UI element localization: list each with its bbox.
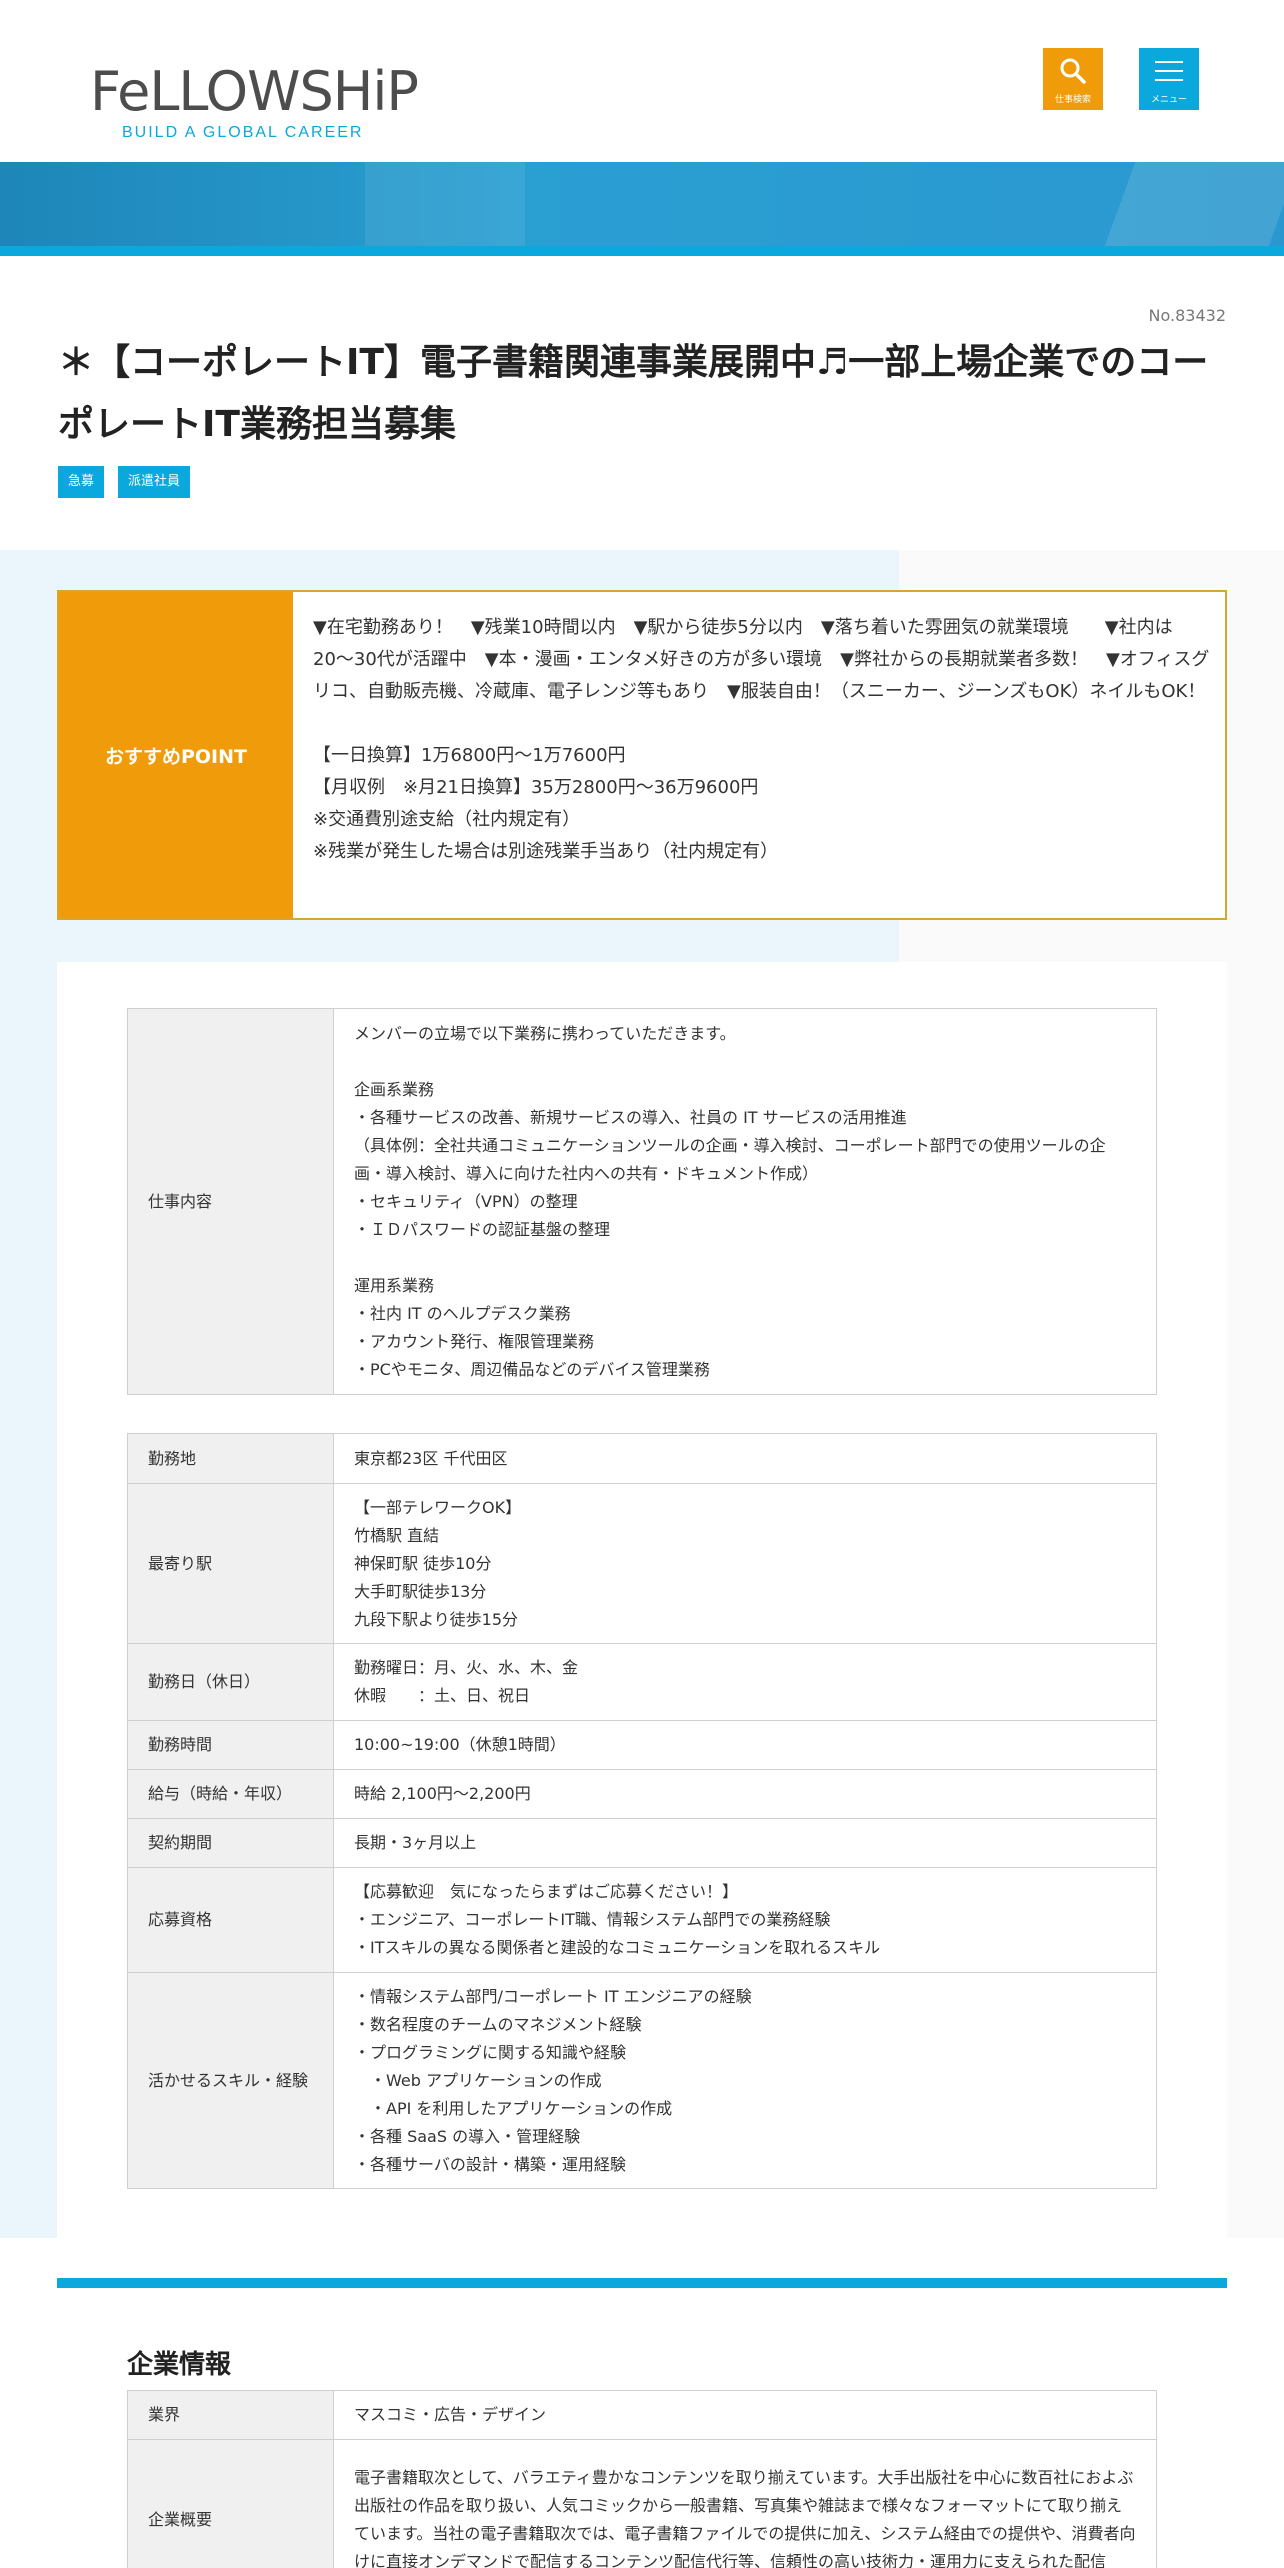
tag-employment-type: 派遣社員	[118, 466, 191, 498]
row-value: 東京都23区 千代田区	[333, 1433, 1157, 1484]
table-row: 契約期間 長期・3ヶ月以上	[127, 1818, 1157, 1868]
row-label: 活かせるスキル・経験	[127, 1972, 334, 2189]
row-value: 【応募歓迎 気になったらまずはご応募ください！】 ・エンジニア、コーポレートIT…	[333, 1867, 1157, 1973]
hamburger-icon	[1155, 61, 1183, 81]
row-label: 勤務日（休日）	[127, 1643, 334, 1721]
recommend-point-label: おすすめPOINT	[59, 592, 293, 918]
tag-urgent: 急募	[58, 466, 105, 498]
header-banner-image	[0, 162, 1284, 256]
job-title: ＊【コーポレートIT】電子書籍関連事業展開中♬一部上場企業でのコーポレートIT業…	[58, 342, 1209, 445]
site-logo[interactable]: FeLLOWSHiP BUILD A GLOBAL CAREER	[90, 60, 419, 158]
row-value: 長期・3ヶ月以上	[333, 1818, 1157, 1868]
table-row: 企業概要 電子書籍取次として、バラエティ豊かなコンテンツを取り揃えています。大手…	[127, 2439, 1157, 2568]
row-value: 【一部テレワークOK】 竹橋駅 直結 神保町駅 徒歩10分 大手町駅徒歩13分 …	[333, 1483, 1157, 1644]
row-label: 最寄り駅	[127, 1483, 334, 1644]
row-label: 勤務時間	[127, 1720, 334, 1770]
site-header: FeLLOWSHiP BUILD A GLOBAL CAREER 仕事検索 メニ…	[0, 0, 1284, 162]
row-label: 勤務地	[127, 1433, 334, 1484]
row-value: マスコミ・広告・デザイン	[333, 2390, 1157, 2440]
job-conditions-table: 勤務地 東京都23区 千代田区 最寄り駅 【一部テレワークOK】 竹橋駅 直結 …	[127, 1433, 1157, 2189]
recommend-point-text: ▼在宅勤務あり！ ▼残業10時間以内 ▼駅から徒歩5分以内 ▼落ち着いた雰囲気の…	[313, 617, 1210, 862]
table-row: 勤務日（休日） 勤務曜日：月、火、水、木、金 休暇 ：土、日、祝日	[127, 1643, 1157, 1721]
row-value: 時給 2,100円〜2,200円	[333, 1769, 1157, 1819]
logo-tagline: BUILD A GLOBAL CAREER	[122, 124, 364, 141]
job-content-table: 仕事内容 メンバーの立場で以下業務に携わっていただきます。 企画系業務 ・各種サ…	[127, 1008, 1157, 1395]
job-search-label: 仕事検索	[1054, 95, 1091, 105]
row-label: 仕事内容	[127, 1008, 334, 1395]
row-label: 業界	[127, 2390, 334, 2440]
company-info-title: 企業情報	[127, 2350, 232, 2380]
row-label: 契約期間	[127, 1818, 334, 1868]
row-value: 勤務曜日：月、火、水、木、金 休暇 ：土、日、祝日	[333, 1643, 1157, 1721]
banner-building-shape	[365, 162, 525, 246]
row-value: メンバーの立場で以下業務に携わっていただきます。 企画系業務 ・各種サービスの改…	[333, 1008, 1157, 1395]
recommend-point-box: おすすめPOINT ▼在宅勤務あり！ ▼残業10時間以内 ▼駅から徒歩5分以内 …	[57, 590, 1227, 920]
table-row: 活かせるスキル・経験 ・情報システム部門/コーポレート IT エンジニアの経験 …	[127, 1972, 1157, 2189]
row-value: 電子書籍取次として、バラエティ豊かなコンテンツを取り揃えています。大手出版社を中…	[333, 2439, 1157, 2568]
table-row: 応募資格 【応募歓迎 気になったらまずはご応募ください！】 ・エンジニア、コーポ…	[127, 1867, 1157, 1973]
row-value: 10:00~19:00（休憩1時間）	[333, 1720, 1157, 1770]
row-label: 企業概要	[127, 2439, 334, 2568]
table-row: 勤務地 東京都23区 千代田区	[127, 1433, 1157, 1484]
job-tags: 急募 派遣社員	[58, 466, 191, 498]
banner-building-shape	[1104, 162, 1284, 246]
row-label: 応募資格	[127, 1867, 334, 1973]
row-value: ・情報システム部門/コーポレート IT エンジニアの経験 ・数名程度のチームのマ…	[333, 1972, 1157, 2189]
table-row: 給与（時給・年収） 時給 2,100円〜2,200円	[127, 1769, 1157, 1819]
table-row: 仕事内容 メンバーの立場で以下業務に携わっていただきます。 企画系業務 ・各種サ…	[127, 1008, 1157, 1395]
logo-wordmark: FeLLOWSHiP	[90, 60, 419, 123]
table-row: 最寄り駅 【一部テレワークOK】 竹橋駅 直結 神保町駅 徒歩10分 大手町駅徒…	[127, 1483, 1157, 1644]
job-search-button[interactable]: 仕事検索	[1043, 48, 1103, 110]
job-details-card: 仕事内容 メンバーの立場で以下業務に携わっていただきます。 企画系業務 ・各種サ…	[57, 962, 1227, 2238]
company-info-table: 業界 マスコミ・広告・デザイン 企業概要 電子書籍取次として、バラエティ豊かなコ…	[127, 2390, 1157, 2568]
table-row: 勤務時間 10:00~19:00（休憩1時間）	[127, 1720, 1157, 1770]
row-label: 給与（時給・年収）	[127, 1769, 334, 1819]
search-icon	[1060, 58, 1086, 84]
menu-button[interactable]: メニュー	[1139, 48, 1199, 110]
banner-accent-stripe	[0, 246, 1284, 256]
job-number: No.83432	[1148, 306, 1226, 325]
company-info-card: 企業情報 業界 マスコミ・広告・デザイン 企業概要 電子書籍取次として、バラエテ…	[57, 2278, 1227, 2568]
table-row: 業界 マスコミ・広告・デザイン	[127, 2390, 1157, 2440]
menu-label: メニュー	[1150, 95, 1187, 105]
